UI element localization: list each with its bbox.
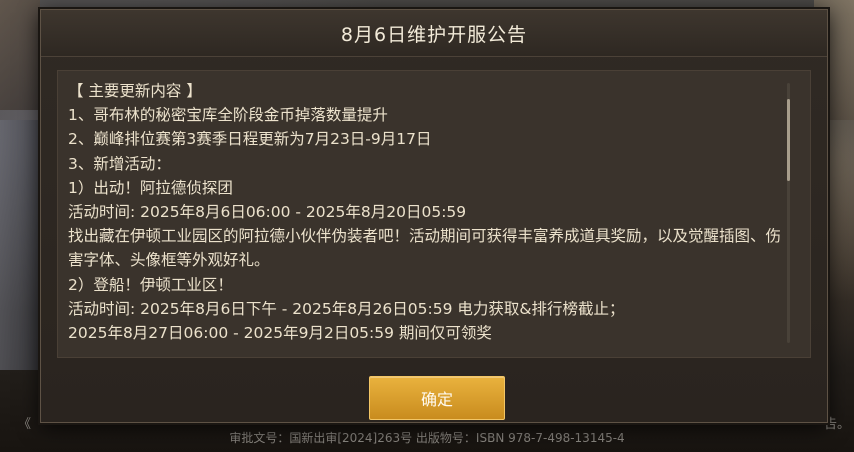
event-time: 活动时间: 2025年8月6日06:00 - 2025年8月20日05:59 <box>68 203 467 222</box>
approval-footer-text: 审批文号：国新出审[2024]263号 出版物号：ISBN 978-7-498-… <box>229 431 625 445</box>
section-heading: 【 主要更新内容 】 <box>68 82 202 100</box>
confirm-button[interactable]: 确定 <box>369 376 505 420</box>
event-time: 2025年8月27日06:00 - 2025年9月2日05:59 期间仅可领奖 <box>68 324 492 343</box>
announcement-content-box[interactable]: 【 主要更新内容 】 1、哥布林的秘密宝库全阶段金币掉落数量提升 2、巅峰排位赛… <box>57 70 811 358</box>
update-item: 3、新增活动： <box>68 154 171 173</box>
background-decoration-left <box>0 0 40 110</box>
update-item: 2、巅峰排位赛第3赛季日程更新为7月23日-9月17日 <box>68 130 432 149</box>
event-title: 1）出动！阿拉德侦探团 <box>68 178 233 197</box>
scrollbar-thumb[interactable] <box>787 99 790 181</box>
event-title: 2）登船！伊顿工业区！ <box>68 275 233 294</box>
dialog-title: 8月6日维护开服公告 <box>340 23 528 46</box>
event-description: 找出藏在伊顿工业园区的阿拉德小伙伴伪装者吧！活动期间可获得丰富养成道具奖励，以及… <box>68 227 782 270</box>
event-time: 活动时间: 2025年8月6日下午 - 2025年8月26日05:59 电力获取… <box>68 299 625 318</box>
dialog-header: 8月6日维护开服公告 <box>41 10 827 57</box>
update-item: 1、哥布林的秘密宝库全阶段金币掉落数量提升 <box>68 106 388 125</box>
scrollbar[interactable] <box>787 83 790 343</box>
announcement-text: 【 主要更新内容 】 1、哥布林的秘密宝库全阶段金币掉落数量提升 2、巅峰排位赛… <box>68 79 784 345</box>
announcement-dialog: 8月6日维护开服公告 【 主要更新内容 】 1、哥布林的秘密宝库全阶段金币掉落数… <box>40 9 828 423</box>
background-tower <box>0 120 38 370</box>
